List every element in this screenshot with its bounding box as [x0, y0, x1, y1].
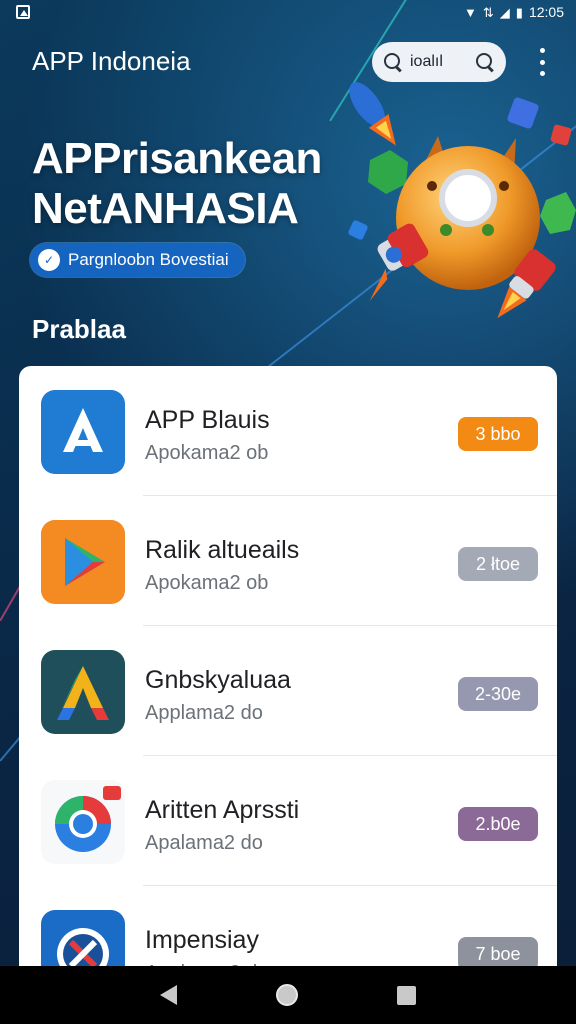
hero-badge-button[interactable]: ✓ Pargnloobn Bovestiai	[30, 243, 245, 277]
status-bar: ▼ ⇅ ◢ ▮ 12:05	[0, 0, 576, 24]
data-icon: ⇅	[482, 4, 494, 20]
notification-icon	[16, 5, 30, 19]
list-item[interactable]: Ralik altueails Apokama2 ob 2 łtoe	[19, 496, 557, 626]
list-item[interactable]: Gnbskyaluaa Applama2 do 2-30e	[19, 626, 557, 756]
home-icon[interactable]	[275, 984, 298, 1006]
app-name: Gnbskyaluaa	[145, 666, 291, 694]
overflow-menu-button[interactable]	[534, 48, 550, 76]
check-icon: ✓	[38, 249, 60, 271]
price-button[interactable]: 3 bbo	[458, 417, 538, 451]
chrome-icon	[41, 780, 125, 864]
section-title: Prablaa	[32, 314, 126, 344]
app-title: APP Indoneia	[32, 46, 191, 76]
price-button[interactable]: 2 łtoe	[458, 547, 538, 581]
hero-badge-label: Pargnloobn Bovestiai	[68, 250, 229, 269]
play-icon	[41, 520, 125, 604]
drive-icon	[41, 650, 125, 734]
list-item[interactable]: APP Blauis Apokama2 ob 3 bbo	[19, 366, 557, 496]
app-subtitle: Apokama2 ob	[145, 572, 269, 594]
search-icon[interactable]	[476, 53, 494, 71]
app-subtitle: Apokama2 ob	[145, 442, 269, 464]
app-name: Impensiay	[145, 926, 259, 954]
search-icon[interactable]	[384, 53, 402, 71]
back-icon[interactable]	[159, 985, 177, 1005]
list-item[interactable]: Aritten Aprssti Apalama2 do 2.b0e	[19, 756, 557, 886]
list-item[interactable]: Impensiay Apokama2 do 7 boe	[19, 886, 557, 976]
status-time: 12:05	[528, 4, 564, 20]
hero-title-line: APPrisankean	[32, 134, 322, 183]
wifi-icon: ▼	[464, 4, 477, 20]
app-name: Ralik altueails	[145, 536, 300, 564]
app-list: APP Blauis Apokama2 ob 3 bbo Ralik altue…	[19, 366, 557, 976]
price-button[interactable]: 2.b0e	[458, 807, 538, 841]
price-button[interactable]: 2-30e	[458, 677, 538, 711]
app-bar: APP Indoneia ioalıl	[0, 34, 576, 90]
recents-icon[interactable]	[397, 985, 417, 1005]
system-nav-bar	[0, 966, 576, 1024]
app-a-icon	[41, 390, 125, 474]
app-name: Aritten Aprssti	[145, 796, 300, 824]
hero-title-line: NetANHASIA	[32, 184, 299, 233]
app-name: APP Blauis	[145, 406, 270, 434]
battery-icon: ▮	[515, 4, 523, 20]
app-subtitle: Apalama2 do	[145, 832, 263, 854]
search-bar[interactable]: ioalıl	[372, 42, 506, 82]
hero-title: APPrisankean NetANHASIA	[32, 134, 322, 234]
signal-icon: ◢	[499, 4, 510, 20]
search-input[interactable]: ioalıl	[410, 53, 468, 71]
app-subtitle: Applama2 do	[145, 702, 263, 724]
